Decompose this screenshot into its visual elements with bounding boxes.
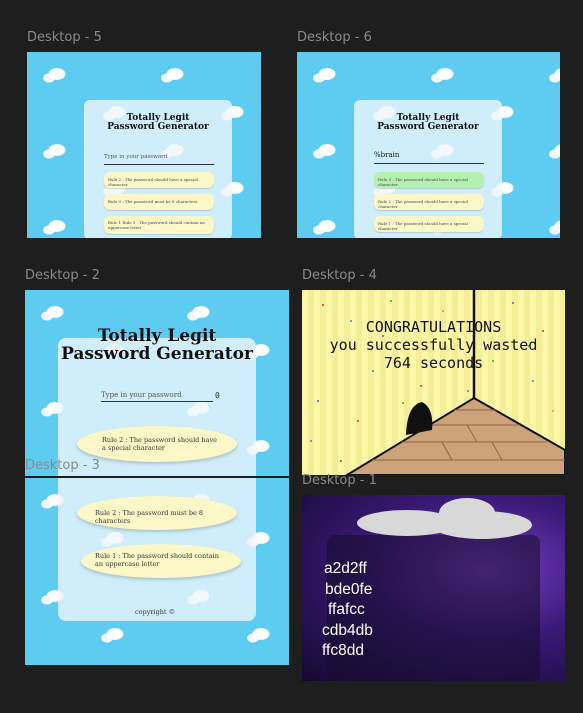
congrats-message: CONGRATULATIONS you successfully wasted …: [302, 318, 565, 372]
color-hex: ffc8dd: [322, 642, 364, 659]
generator-card: Totally Legit Password Generator %brain …: [354, 100, 502, 238]
frame-label-desktop-4[interactable]: Desktop - 4: [302, 268, 377, 283]
shadow-figure: [406, 402, 433, 435]
rule-cloud: Rule 2 : The password should have a spec…: [77, 426, 237, 462]
color-hex: a2d2ff: [324, 560, 367, 577]
frame-label-desktop-3[interactable]: Desktop - 3: [25, 458, 100, 473]
password-input[interactable]: Type in your password: [101, 391, 213, 402]
cloud-icon: [357, 498, 532, 539]
rule-text: Rule 2 : The password should have a spec…: [102, 436, 217, 452]
frame-label-desktop-5[interactable]: Desktop - 5: [27, 30, 102, 45]
rule-card: Rule 1 Rule 1 : The password should cont…: [104, 216, 214, 234]
frame-label-desktop-1[interactable]: Desktop - 1: [302, 473, 377, 488]
rule-card: Rule 0 : The password must be 8 characte…: [104, 194, 214, 210]
rule-cloud: Rule 2 : The password must be 8 characte…: [77, 496, 237, 530]
frame-desktop-1[interactable]: a2d2ff bde0fe ffafcc cdb4db ffc8dd: [302, 495, 565, 681]
frame-desktop-2[interactable]: Totally Legit Password Generator Type in…: [25, 290, 289, 476]
generator-card: Totally Legit Password Generator Type in…: [84, 100, 232, 238]
rule-card: Rule 1 : The password should have a spec…: [374, 216, 484, 232]
title-line-2: Password Generator: [377, 122, 479, 133]
copyright-footer: copyright ©: [135, 608, 176, 616]
app-title: Totally Legit Password Generator: [354, 113, 502, 133]
rule-text: Rule 2 : The password must be 8 characte…: [95, 509, 204, 525]
app-title: Totally Legit Password Generator: [84, 113, 232, 133]
password-input[interactable]: %brain: [374, 151, 484, 164]
frame-label-desktop-2[interactable]: Desktop - 2: [25, 268, 100, 283]
rule-cloud: Rule 1 : The password should contain an …: [81, 544, 241, 578]
color-hex: ffafcc: [328, 601, 365, 618]
frame-desktop-5[interactable]: Totally Legit Password Generator Type in…: [27, 52, 261, 238]
title-line-2: Password Generator: [107, 122, 209, 133]
rule-card-passed: Rule 3 : The password should have a spec…: [374, 172, 484, 188]
congrats-line-2: you successfully wasted: [329, 336, 538, 354]
rule-card: Rule 2 : The password should have a spec…: [104, 172, 214, 188]
frame-desktop-4[interactable]: CONGRATULATIONS you successfully wasted …: [302, 290, 565, 475]
color-hex: cdb4db: [322, 621, 373, 639]
frame-label-desktop-6[interactable]: Desktop - 6: [297, 30, 372, 45]
congrats-line-3: 764 seconds: [383, 354, 484, 372]
frame-desktop-6[interactable]: Totally Legit Password Generator %brain …: [297, 52, 560, 238]
color-hex: bde0fe: [325, 580, 373, 598]
app-title: Totally Legit Password Generator: [45, 327, 269, 364]
frame-desktop-3[interactable]: Rule 2 : The password must be 8 characte…: [25, 478, 289, 665]
rule-text: Rule 1 : The password should contain an …: [95, 552, 219, 568]
color-list: a2d2ff bde0fe ffafcc cdb4db ffc8dd: [322, 559, 373, 662]
congrats-line-1: CONGRATULATIONS: [365, 318, 502, 336]
title-line-2: Password Generator: [61, 343, 253, 364]
rule-card: Rule 2 : The password should have a spec…: [374, 194, 484, 210]
character-count: 0: [215, 391, 220, 400]
password-input[interactable]: Type in your password: [104, 154, 214, 165]
